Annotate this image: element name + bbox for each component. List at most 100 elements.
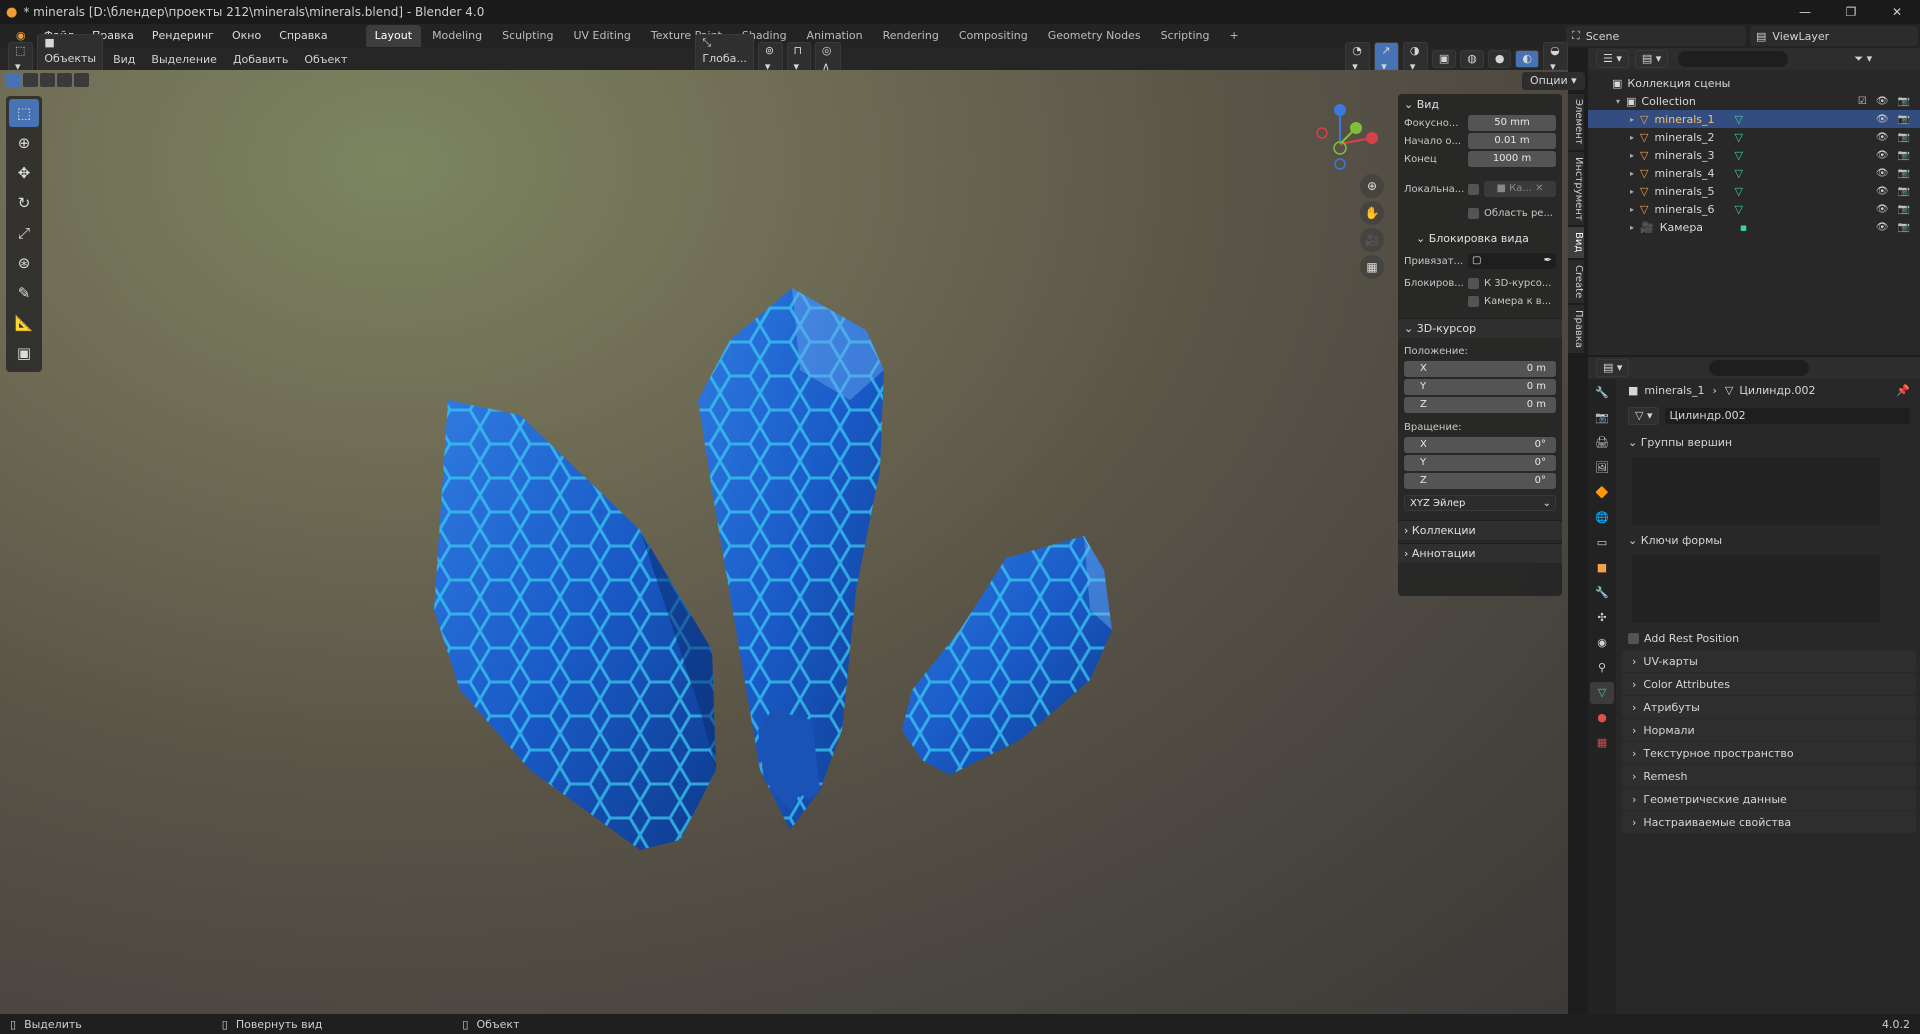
eye-icon[interactable]: 👁 — [1876, 204, 1889, 215]
section-color-attributes[interactable]: › Color Attributes — [1622, 673, 1916, 695]
tab-compositing[interactable]: Compositing — [950, 25, 1037, 47]
mesh-data-icon[interactable]: ▽ — [1734, 167, 1742, 180]
menu-render[interactable]: Рендеринг — [144, 26, 222, 46]
clip-start-field[interactable]: 0.01 m — [1468, 133, 1556, 149]
vertex-groups-header[interactable]: ⌄ Группы вершин — [1618, 431, 1920, 453]
add-cube-tool-icon[interactable]: ▣ — [9, 339, 39, 367]
view-section-header[interactable]: ⌄ Вид — [1398, 94, 1562, 114]
eye-icon[interactable]: 👁 — [1876, 150, 1889, 161]
checkbox-icon[interactable]: ☑ — [1858, 96, 1867, 107]
collection-row[interactable]: ▾ ▣ Collection ☑ 👁 📷 — [1588, 92, 1920, 110]
outliner-item-minerals-3[interactable]: ▸ ▽ minerals_3 ▽ 👁 📷 — [1588, 146, 1920, 164]
mesh-data-tab-icon[interactable]: ▽ — [1590, 682, 1614, 704]
vertex-groups-list[interactable] — [1632, 457, 1880, 525]
3d-viewport[interactable] — [0, 70, 1568, 1014]
collections-section-header[interactable]: › Коллекции — [1398, 520, 1562, 540]
camera-to-view-checkbox[interactable] — [1468, 295, 1479, 307]
outliner-item-camera[interactable]: ▸ 🎥 Камера ▪ 👁 📷 — [1588, 218, 1920, 236]
menu-window[interactable]: Окно — [224, 26, 269, 46]
select-new-button[interactable] — [6, 73, 21, 87]
physics-tab-icon[interactable]: ◉ — [1590, 632, 1614, 654]
section-geometry-data[interactable]: › Геометрические данные — [1622, 788, 1916, 810]
shading-wireframe[interactable]: ◍ — [1460, 50, 1484, 68]
measure-tool-icon[interactable]: 📐 — [9, 309, 39, 337]
outliner-item-minerals-4[interactable]: ▸ ▽ minerals_4 ▽ 👁 📷 — [1588, 164, 1920, 182]
x-axis-icon[interactable] — [1366, 132, 1378, 144]
scene-collection-row[interactable]: ▣ Коллекция сцены — [1588, 74, 1920, 92]
object-tab-icon[interactable]: ■ — [1590, 557, 1614, 579]
outliner-editor-type[interactable]: ☰ ▾ — [1596, 50, 1629, 68]
particles-tab-icon[interactable]: ✣ — [1590, 607, 1614, 629]
y-axis-icon[interactable] — [1350, 122, 1362, 134]
mesh-name-field[interactable]: Цилиндр.002 — [1665, 408, 1910, 424]
cursor-rot-y-field[interactable]: Y 0° — [1404, 455, 1556, 471]
section-attributes[interactable]: › Атрибуты — [1622, 696, 1916, 718]
lock-to-object-field[interactable]: ▢ ✒ — [1468, 253, 1556, 269]
grid-ortho-icon[interactable]: ▦ — [1360, 255, 1384, 279]
xray-toggle[interactable]: ▣ — [1431, 50, 1457, 68]
eye-icon[interactable]: 👁 — [1876, 132, 1889, 143]
lock-cursor-checkbox[interactable] — [1468, 277, 1479, 289]
shape-keys-header[interactable]: ⌄ Ключи формы — [1618, 529, 1920, 551]
focal-length-field[interactable]: 50 mm — [1468, 115, 1556, 131]
pan-hand-icon[interactable]: ✋ — [1360, 201, 1384, 225]
cursor-rot-z-field[interactable]: Z 0° — [1404, 473, 1556, 489]
mesh-data-icon[interactable]: ▽ — [1734, 185, 1742, 198]
tool-tab-icon[interactable]: 🔧 — [1590, 382, 1614, 404]
section-custom-properties[interactable]: › Настраиваемые свойства — [1622, 811, 1916, 833]
outliner-item-minerals-6[interactable]: ▸ ▽ minerals_6 ▽ 👁 📷 — [1588, 200, 1920, 218]
minimize-button[interactable]: — — [1782, 0, 1828, 24]
outliner-item-minerals-5[interactable]: ▸ ▽ minerals_5 ▽ 👁 📷 — [1588, 182, 1920, 200]
section-texture-space[interactable]: › Текстурное пространство — [1622, 742, 1916, 764]
mesh-data-icon[interactable]: ▽ — [1734, 113, 1742, 126]
navigation-gizmo[interactable] — [1310, 100, 1390, 180]
viewport-menu-object[interactable]: Объект — [298, 53, 353, 66]
tab-layout[interactable]: Layout — [365, 25, 422, 47]
tab-uv-editing[interactable]: UV Editing — [564, 25, 639, 47]
cursor-tool-icon[interactable]: ⊕ — [9, 129, 39, 157]
material-tab-icon[interactable]: ● — [1590, 707, 1614, 729]
mesh-data-icon[interactable]: ▽ — [1734, 131, 1742, 144]
collection-tab-icon[interactable]: ▭ — [1590, 532, 1614, 554]
select-invert-button[interactable] — [57, 73, 72, 87]
viewport-menu-view[interactable]: Вид — [107, 53, 141, 66]
section-uv-maps[interactable]: › UV-карты — [1622, 650, 1916, 672]
annotations-section-header[interactable]: › Аннотации — [1398, 543, 1562, 563]
render-camera-icon[interactable]: 📷 — [1898, 114, 1910, 125]
camera-data-icon[interactable]: ▪ — [1740, 221, 1747, 234]
texture-tab-icon[interactable]: ▦ — [1590, 732, 1614, 754]
cursor-loc-x-field[interactable]: X 0 m — [1404, 361, 1556, 377]
viewlayer-selector[interactable]: ▤ ViewLayer — [1750, 26, 1918, 46]
modifier-tab-icon[interactable]: 🔧 — [1590, 582, 1614, 604]
close-button[interactable]: ✕ — [1874, 0, 1920, 24]
tab-rendering[interactable]: Rendering — [874, 25, 948, 47]
mesh-data-icon[interactable]: ▽ — [1734, 149, 1742, 162]
tab-edit[interactable]: Правка — [1568, 304, 1584, 353]
world-tab-icon[interactable]: 🌐 — [1590, 507, 1614, 529]
transform-tool-icon[interactable]: ⊛ — [9, 249, 39, 277]
eye-icon[interactable]: 👁 — [1876, 222, 1889, 233]
eye-icon[interactable]: 👁 — [1876, 96, 1889, 107]
local-camera-checkbox[interactable] — [1468, 183, 1479, 195]
filter-icon[interactable]: ⏷ ▾ — [1854, 52, 1872, 66]
render-camera-icon[interactable]: 📷 — [1898, 96, 1910, 107]
shading-solid[interactable]: ● — [1487, 50, 1512, 68]
menu-help[interactable]: Справка — [271, 26, 335, 46]
tab-geometry-nodes[interactable]: Geometry Nodes — [1039, 25, 1150, 47]
properties-editor-type[interactable]: ▤ ▾ — [1596, 359, 1630, 377]
camera-view-icon[interactable]: 🎥 — [1360, 228, 1384, 252]
constraints-tab-icon[interactable]: ⚲ — [1590, 657, 1614, 679]
tab-tool[interactable]: Инструмент — [1568, 151, 1584, 226]
tab-view[interactable]: Вид — [1568, 227, 1584, 258]
scale-tool-icon[interactable]: ⤢ — [9, 219, 39, 247]
zoom-icon[interactable]: ⊕ — [1360, 174, 1384, 198]
outliner-display-mode[interactable]: ▤ ▾ — [1634, 50, 1669, 68]
output-tab-icon[interactable]: 🖨 — [1590, 432, 1614, 454]
outliner-search-input[interactable] — [1678, 51, 1789, 67]
view-layer-tab-icon[interactable]: 🖼 — [1590, 457, 1614, 479]
eye-icon[interactable]: 👁 — [1876, 186, 1889, 197]
render-camera-icon[interactable]: 📷 — [1898, 150, 1910, 161]
eye-icon[interactable]: 👁 — [1876, 168, 1889, 179]
render-tab-icon[interactable]: 📷 — [1590, 407, 1614, 429]
render-camera-icon[interactable]: 📷 — [1898, 204, 1910, 215]
